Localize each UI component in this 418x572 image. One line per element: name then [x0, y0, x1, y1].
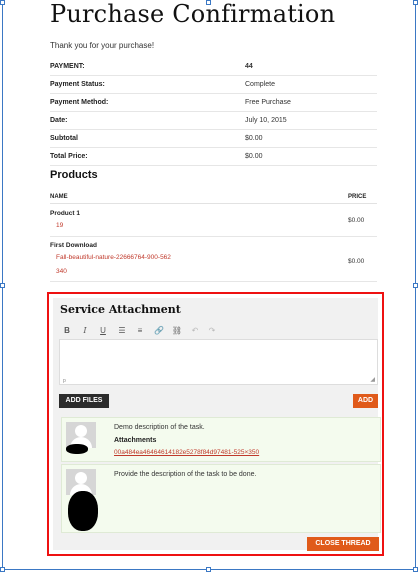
summary-row-subtotal: Subtotal $0.00: [50, 130, 377, 148]
product-name: Product 1: [50, 210, 80, 217]
summary-value: 44: [245, 63, 253, 70]
download-file-link[interactable]: Fall-beautiful-nature-22666764-900-562: [56, 254, 171, 261]
redo-icon[interactable]: ↷: [206, 325, 218, 337]
product-price: $0.00: [348, 258, 365, 265]
thread-message: Provide the description of the task to b…: [61, 464, 381, 533]
resize-grip-icon[interactable]: ◢: [370, 376, 375, 383]
undo-icon[interactable]: ↶: [189, 325, 201, 337]
products-header-row: NAME PRICE: [50, 191, 377, 204]
summary-value: July 10, 2015: [245, 117, 287, 124]
payment-summary-table: PAYMENT: 44 Payment Status: Complete Pay…: [50, 58, 377, 166]
thread-message: Demo description of the task. Attachment…: [61, 417, 381, 462]
summary-row-date: Date: July 10, 2015: [50, 112, 377, 130]
message-text: Demo description of the task.: [114, 424, 205, 431]
underline-icon[interactable]: U: [97, 325, 109, 337]
message-text: Provide the description of the task to b…: [114, 471, 257, 478]
resize-handle-tr[interactable]: [413, 0, 418, 5]
resize-handle-tl[interactable]: [0, 0, 5, 5]
product-price: $0.00: [348, 217, 365, 224]
editor-path-indicator: p: [63, 378, 66, 384]
product-row: First Download Fall-beautiful-nature-226…: [50, 237, 377, 282]
attachment-link[interactable]: 00a484ea46464614182e5278f84d97481-525×35…: [114, 449, 259, 456]
summary-value: Free Purchase: [245, 99, 291, 106]
product-option-link[interactable]: 19: [56, 222, 63, 229]
service-attachment-panel: Service Attachment B I U ☰ ≡ 🔗 ⛓ ↶ ↷ p ◢…: [47, 292, 384, 556]
numbered-list-icon[interactable]: ≡: [134, 325, 146, 337]
products-heading: Products: [50, 169, 98, 181]
attachments-label: Attachments: [114, 437, 157, 444]
download-size-link[interactable]: 340: [56, 268, 67, 275]
product-name: First Download: [50, 242, 97, 249]
service-attachment-body: Service Attachment B I U ☰ ≡ 🔗 ⛓ ↶ ↷ p ◢…: [53, 298, 381, 551]
resize-handle-bl[interactable]: [0, 567, 5, 572]
close-thread-button[interactable]: CLOSE THREAD: [307, 537, 379, 551]
summary-row-status: Payment Status: Complete: [50, 76, 377, 94]
summary-label: Subtotal: [50, 135, 78, 142]
summary-row-payment: PAYMENT: 44: [50, 58, 377, 76]
italic-icon[interactable]: I: [79, 325, 91, 337]
column-header-price: PRICE: [348, 194, 367, 200]
summary-value: $0.00: [245, 135, 263, 142]
summary-label: Payment Method:: [50, 99, 109, 106]
rich-text-editor[interactable]: p ◢: [59, 339, 378, 385]
summary-value: Complete: [245, 81, 275, 88]
unlink-icon[interactable]: ⛓: [171, 325, 183, 337]
resize-handle-mr[interactable]: [413, 283, 418, 288]
summary-label: Payment Status:: [50, 81, 105, 88]
product-row: Product 1 19 $0.00: [50, 204, 377, 237]
link-icon[interactable]: 🔗: [153, 325, 165, 337]
products-table: NAME PRICE Product 1 19 $0.00 First Down…: [50, 191, 377, 282]
service-attachment-title: Service Attachment: [60, 303, 181, 316]
column-header-name: NAME: [50, 194, 68, 200]
redacted-avatar-mark: [66, 444, 88, 454]
bold-icon[interactable]: B: [61, 325, 73, 337]
thank-you-message: Thank you for your purchase!: [50, 41, 155, 50]
add-files-button[interactable]: ADD FILES: [59, 394, 109, 408]
resize-handle-ml[interactable]: [0, 283, 5, 288]
summary-label: Date:: [50, 117, 68, 124]
summary-label: PAYMENT:: [50, 63, 85, 70]
summary-row-total: Total Price: $0.00: [50, 148, 377, 166]
resize-handle-bm[interactable]: [206, 567, 211, 572]
redacted-avatar-mark: [68, 491, 98, 531]
summary-row-method: Payment Method: Free Purchase: [50, 94, 377, 112]
summary-label: Total Price:: [50, 153, 88, 160]
summary-value: $0.00: [245, 153, 263, 160]
bullet-list-icon[interactable]: ☰: [116, 325, 128, 337]
resize-handle-br[interactable]: [413, 567, 418, 572]
add-button[interactable]: ADD: [353, 394, 378, 408]
page-title: Purchase Confirmation: [50, 0, 336, 28]
